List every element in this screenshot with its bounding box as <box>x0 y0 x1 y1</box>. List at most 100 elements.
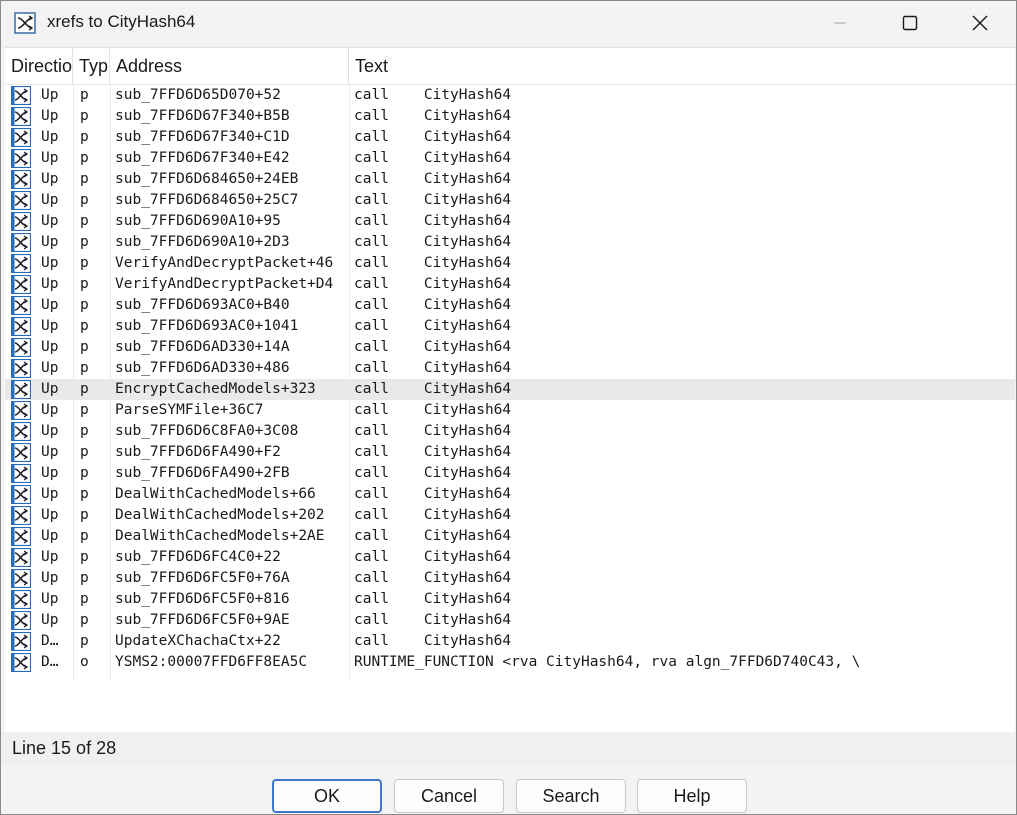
xref-icon <box>9 547 33 568</box>
table-row[interactable]: Up p DealWithCachedModels+202 call CityHash… <box>5 505 1015 526</box>
row-direction: Up <box>41 465 59 481</box>
row-text: call CityHash64 <box>354 318 512 334</box>
row-address: sub_7FFD6D6FA490+F2 <box>115 444 281 460</box>
table-row[interactable]: Up p sub_7FFD6D690A10+2D3 call CityHash64 <box>5 232 1015 253</box>
row-address: DealWithCachedModels+202 <box>115 507 325 523</box>
row-address: DealWithCachedModels+66 <box>115 486 316 502</box>
table-row[interactable]: Up p sub_7FFD6D6AD330+14A call CityHash64 <box>5 337 1015 358</box>
row-text: call CityHash64 <box>354 192 512 208</box>
table-row[interactable]: Up p sub_7FFD6D65D070+52 call CityHash64 <box>5 85 1015 106</box>
row-type: p <box>80 276 89 292</box>
table-row[interactable]: Up p sub_7FFD6D6AD330+486 call CityHash64 <box>5 358 1015 379</box>
row-text: call CityHash64 <box>354 276 512 292</box>
row-direction: D… <box>41 633 59 649</box>
row-type: p <box>80 381 89 397</box>
table-row[interactable]: Up p sub_7FFD6D67F340+E42 call CityHash64 <box>5 148 1015 169</box>
table-row[interactable]: Up p sub_7FFD6D6FC5F0+816 call CityHash64 <box>5 589 1015 610</box>
table-row[interactable]: Up p sub_7FFD6D6FA490+2FB call CityHash64 <box>5 463 1015 484</box>
row-direction: Up <box>41 507 59 523</box>
row-type: o <box>80 654 89 670</box>
row-address: sub_7FFD6D693AC0+1041 <box>115 318 299 334</box>
title-bar[interactable]: xrefs to CityHash64 <box>1 1 1016 45</box>
row-text: RUNTIME_FUNCTION <rva CityHash64, rva al… <box>354 654 861 670</box>
row-text: call CityHash64 <box>354 633 512 649</box>
list-header: Directio Typ Address Text <box>5 48 1015 85</box>
column-header-type[interactable]: Typ <box>73 48 110 84</box>
row-text: call CityHash64 <box>354 507 512 523</box>
table-row[interactable]: Up p ParseSYMFile+36C7 call CityHash64 <box>5 400 1015 421</box>
table-row[interactable]: Up p DealWithCachedModels+2AE call CityHash… <box>5 526 1015 547</box>
table-row[interactable]: D… o YSMS2:00007FFD6FF8EA5C RUNTIME_FUNCTIO… <box>5 652 1015 673</box>
row-direction: Up <box>41 129 59 145</box>
close-icon <box>972 15 988 31</box>
xref-icon <box>9 631 33 652</box>
search-button[interactable]: Search <box>516 779 626 813</box>
row-direction: Up <box>41 549 59 565</box>
maximize-button[interactable] <box>875 1 945 45</box>
table-row[interactable]: Up p sub_7FFD6D6FC5F0+76A call CityHash64 <box>5 568 1015 589</box>
table-row[interactable]: Up p sub_7FFD6D684650+25C7 call CityHash64 <box>5 190 1015 211</box>
xref-icon <box>9 274 33 295</box>
window-title: xrefs to CityHash64 <box>47 12 196 31</box>
row-text: call CityHash64 <box>354 150 512 166</box>
row-type: p <box>80 108 89 124</box>
xref-icon <box>9 526 33 547</box>
table-row[interactable]: Up p sub_7FFD6D6FC5F0+9AE call CityHash64 <box>5 610 1015 631</box>
xref-icon <box>9 463 33 484</box>
column-header-direction[interactable]: Directio <box>5 48 73 84</box>
table-row[interactable]: Up p VerifyAndDecryptPacket+D4 call CityHas… <box>5 274 1015 295</box>
xrefs-list[interactable]: Directio Typ Address Text Up p sub_7FFD6D6… <box>5 47 1015 732</box>
table-row[interactable]: Up p sub_7FFD6D690A10+95 call CityHash64 <box>5 211 1015 232</box>
row-direction: Up <box>41 402 59 418</box>
table-row[interactable]: Up p sub_7FFD6D67F340+B5B call CityHash64 <box>5 106 1015 127</box>
row-type: p <box>80 570 89 586</box>
row-text: call CityHash64 <box>354 381 512 397</box>
minimize-button[interactable] <box>805 1 875 45</box>
xrefs-icon <box>14 12 36 34</box>
row-type: p <box>80 549 89 565</box>
row-address: UpdateXChachaCtx+22 <box>115 633 281 649</box>
row-direction: Up <box>41 276 59 292</box>
row-direction: Up <box>41 570 59 586</box>
table-row[interactable]: Up p sub_7FFD6D693AC0+B40 call CityHash64 <box>5 295 1015 316</box>
column-header-address[interactable]: Address <box>110 48 349 84</box>
table-row[interactable]: Up p VerifyAndDecryptPacket+46 call CityHas… <box>5 253 1015 274</box>
table-row[interactable]: Up p sub_7FFD6D693AC0+1041 call CityHash64 <box>5 316 1015 337</box>
row-direction: Up <box>41 192 59 208</box>
row-type: p <box>80 234 89 250</box>
table-row[interactable]: Up p EncryptCachedModels+323 call CityHash6… <box>5 379 1015 400</box>
row-text: call CityHash64 <box>354 171 512 187</box>
row-text: call CityHash64 <box>354 108 512 124</box>
table-row[interactable]: Up p sub_7FFD6D684650+24EB call CityHash64 <box>5 169 1015 190</box>
row-direction: Up <box>41 339 59 355</box>
row-type: p <box>80 171 89 187</box>
row-address: sub_7FFD6D6FC5F0+816 <box>115 591 290 607</box>
row-type: p <box>80 318 89 334</box>
row-address: sub_7FFD6D6FC4C0+22 <box>115 549 281 565</box>
row-direction: Up <box>41 486 59 502</box>
xref-icon <box>9 421 33 442</box>
row-address: sub_7FFD6D684650+24EB <box>115 171 299 187</box>
xref-icon <box>9 568 33 589</box>
row-direction: Up <box>41 360 59 376</box>
close-button[interactable] <box>945 1 1015 45</box>
table-row[interactable]: D… p UpdateXChachaCtx+22 call CityHash64 <box>5 631 1015 652</box>
table-row[interactable]: Up p sub_7FFD6D6FC4C0+22 call CityHash64 <box>5 547 1015 568</box>
row-address: sub_7FFD6D690A10+95 <box>115 213 281 229</box>
ok-button[interactable]: OK <box>272 779 382 813</box>
row-text: call CityHash64 <box>354 549 512 565</box>
xref-icon <box>9 295 33 316</box>
row-type: p <box>80 150 89 166</box>
row-type: p <box>80 129 89 145</box>
row-text: call CityHash64 <box>354 360 512 376</box>
table-row[interactable]: Up p sub_7FFD6D6C8FA0+3C08 call CityHash64 <box>5 421 1015 442</box>
xref-icon <box>9 148 33 169</box>
table-row[interactable]: Up p DealWithCachedModels+66 call CityHash6… <box>5 484 1015 505</box>
table-row[interactable]: Up p sub_7FFD6D67F340+C1D call CityHash64 <box>5 127 1015 148</box>
cancel-button[interactable]: Cancel <box>394 779 504 813</box>
row-type: p <box>80 255 89 271</box>
table-row[interactable]: Up p sub_7FFD6D6FA490+F2 call CityHash64 <box>5 442 1015 463</box>
help-button[interactable]: Help <box>637 779 747 813</box>
column-header-text[interactable]: Text <box>349 48 1015 84</box>
xref-icon <box>9 652 33 673</box>
